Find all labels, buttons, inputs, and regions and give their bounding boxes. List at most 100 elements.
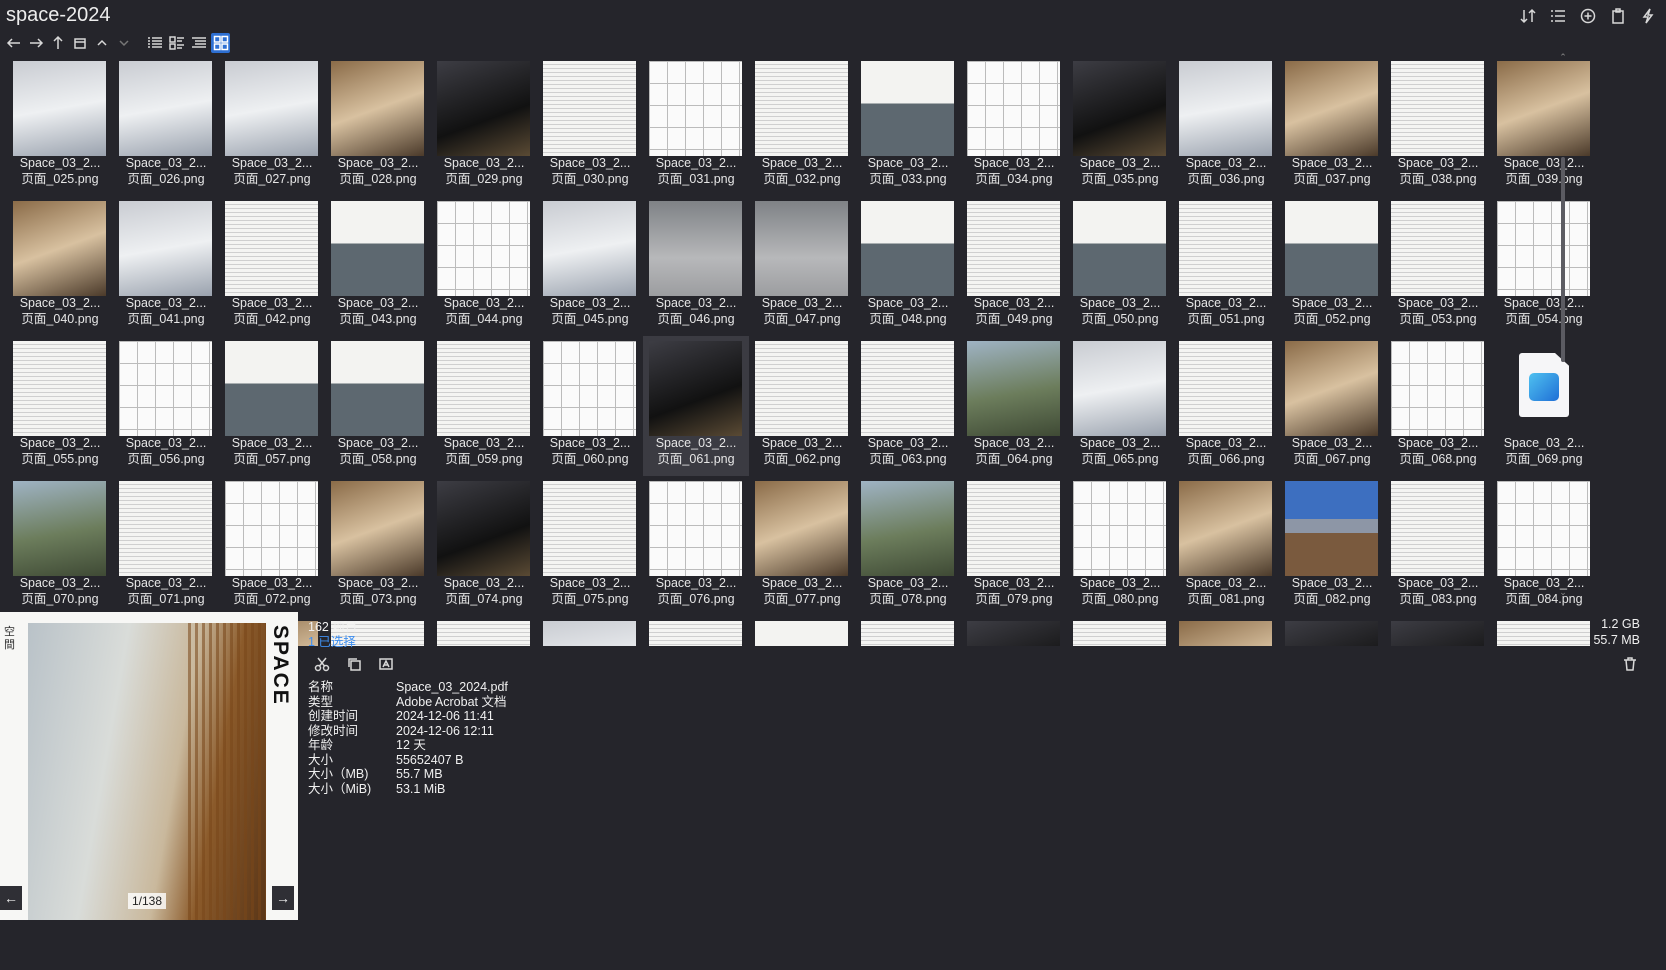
page-indicator: 1/138 [128, 893, 166, 909]
up-arrow-icon[interactable] [48, 33, 67, 53]
property-value: 12 天 [396, 738, 426, 752]
file-item[interactable]: Space_03_2... 页面_054.png [1491, 196, 1597, 336]
file-item[interactable]: Space_03_2... 页面_077.png [749, 476, 855, 616]
file-name-line1: Space_03_2... [231, 436, 313, 450]
file-thumbnail [649, 61, 742, 156]
file-item[interactable]: Space_03_2... 页面_028.png [325, 56, 431, 196]
file-item[interactable]: Space_03_2... 页面_046.png [643, 196, 749, 336]
list-view-icon[interactable] [1548, 6, 1568, 26]
vertical-scrollbar[interactable]: ⌃ ⌄ [1558, 52, 1568, 612]
list-indent-icon[interactable] [189, 33, 208, 53]
file-item[interactable]: Space_03_2... 页面_063.png [855, 336, 961, 476]
window-icon[interactable] [70, 33, 89, 53]
file-item[interactable]: Space_03_2... 页面_058.png [325, 336, 431, 476]
file-item[interactable]: Space_03_2... 页面_080.png [1067, 476, 1173, 616]
file-item[interactable]: Space_03_2... 页面_034.png [961, 56, 1067, 196]
file-item[interactable]: Space_03_2... 页面_043.png [325, 196, 431, 336]
file-item[interactable]: Space_03_2... 页面_079.png [961, 476, 1067, 616]
trash-icon[interactable] [1620, 654, 1640, 674]
file-item[interactable]: Space_03_2... 页面_065.png [1067, 336, 1173, 476]
details-view-icon[interactable] [145, 33, 164, 53]
rename-icon[interactable] [376, 654, 396, 674]
file-item[interactable]: Space_03_2... 页面_032.png [749, 56, 855, 196]
file-item[interactable]: Space_03_2... 页面_030.png [537, 56, 643, 196]
file-item[interactable]: Space_03_2... 页面_041.png [113, 196, 219, 336]
file-name-line1: Space_03_2... [867, 436, 949, 450]
file-item[interactable]: Space_03_2... 页面_044.png [431, 196, 537, 336]
file-name-line2: 页面_046.png [657, 312, 735, 326]
file-item[interactable]: Space_03_2... 页面_055.png [7, 336, 113, 476]
next-page-button[interactable]: → [272, 886, 294, 910]
file-item[interactable]: Space_03_2... 页面_049.png [961, 196, 1067, 336]
file-item[interactable]: Space_03_2... 页面_070.png [7, 476, 113, 616]
grid-view-icon[interactable] [211, 33, 230, 53]
file-item[interactable]: Space_03_2... 页面_037.png [1279, 56, 1385, 196]
file-label: Space_03_2... 页面_072.png [219, 575, 325, 607]
add-circle-icon[interactable] [1578, 6, 1598, 26]
file-thumbnail [1073, 341, 1166, 436]
clipboard-icon[interactable] [1608, 6, 1628, 26]
back-arrow-icon[interactable] [4, 33, 23, 53]
flash-icon[interactable] [1638, 6, 1658, 26]
file-name-line1: Space_03_2... [443, 296, 525, 310]
sort-icon[interactable] [1518, 6, 1538, 26]
file-item[interactable]: Space_03_2... 页面_047.png [749, 196, 855, 336]
file-item[interactable]: Space_03_2... 页面_073.png [325, 476, 431, 616]
file-item[interactable]: Space_03_2... 页面_026.png [113, 56, 219, 196]
file-item[interactable]: Space_03_2... 页面_051.png [1173, 196, 1279, 336]
copy-icon[interactable] [344, 654, 364, 674]
forward-arrow-icon[interactable] [26, 33, 45, 53]
file-item[interactable]: Space_03_2... 页面_060.png [537, 336, 643, 476]
file-item[interactable]: Space_03_2... 页面_081.png [1173, 476, 1279, 616]
file-item[interactable]: Space_03_2... 页面_059.png [431, 336, 537, 476]
file-item[interactable]: Space_03_2... 页面_042.png [219, 196, 325, 336]
chevron-down-icon[interactable] [114, 33, 133, 53]
file-name-line2: 页面_027.png [233, 172, 311, 186]
file-item[interactable]: Space_03_2... 页面_052.png [1279, 196, 1385, 336]
chevron-up-icon[interactable] [92, 33, 111, 53]
file-item[interactable]: Space_03_2... 页面_048.png [855, 196, 961, 336]
file-item[interactable]: Space_03_2... 页面_040.png [7, 196, 113, 336]
file-item[interactable]: Space_03_2... 页面_029.png [431, 56, 537, 196]
file-item[interactable]: Space_03_2... 页面_027.png [219, 56, 325, 196]
file-item[interactable]: Space_03_2... 页面_082.png [1279, 476, 1385, 616]
file-item[interactable]: Space_03_2... 页面_064.png [961, 336, 1067, 476]
file-label: Space_03_2... 页面_034.png [961, 155, 1067, 187]
scroll-down-icon[interactable]: ⌄ [1558, 587, 1568, 598]
file-item[interactable]: Space_03_2... 页面_025.png [7, 56, 113, 196]
previous-page-button[interactable]: ← [0, 886, 22, 910]
file-item[interactable]: Space_03_2... 页面_036.png [1173, 56, 1279, 196]
file-item[interactable]: Space_03_2... 页面_074.png [431, 476, 537, 616]
file-item[interactable]: Space_03_2... 页面_075.png [537, 476, 643, 616]
cut-icon[interactable] [312, 654, 332, 674]
file-item[interactable]: Space_03_2... 页面_045.png [537, 196, 643, 336]
file-item[interactable]: Space_03_2... 页面_084.png [1491, 476, 1597, 616]
file-item[interactable]: Space_03_2... 页面_078.png [855, 476, 961, 616]
file-item[interactable]: Space_03_2... 页面_050.png [1067, 196, 1173, 336]
file-thumbnail [543, 61, 636, 156]
file-item[interactable]: Space_03_2... 页面_038.png [1385, 56, 1491, 196]
file-item[interactable]: Space_03_2... 页面_056.png [113, 336, 219, 476]
file-name-line1: Space_03_2... [231, 576, 313, 590]
file-item[interactable]: Space_03_2... 页面_068.png [1385, 336, 1491, 476]
file-item[interactable]: Space_03_2... 页面_033.png [855, 56, 961, 196]
selected-count[interactable]: 1 已选择 [308, 631, 356, 650]
file-item[interactable]: Space_03_2... 页面_072.png [219, 476, 325, 616]
file-item[interactable]: Space_03_2... 页面_071.png [113, 476, 219, 616]
file-item[interactable]: Space_03_2... 页面_062.png [749, 336, 855, 476]
file-item[interactable]: Space_03_2... 页面_031.png [643, 56, 749, 196]
file-item[interactable]: Space_03_2... 页面_067.png [1279, 336, 1385, 476]
file-label: Space_03_2... 页面_052.png [1279, 295, 1385, 327]
file-item[interactable]: Space_03_2... 页面_066.png [1173, 336, 1279, 476]
file-item[interactable]: Space_03_2... 页面_083.png [1385, 476, 1491, 616]
scrollbar-thumb[interactable] [1561, 157, 1565, 362]
file-item[interactable]: Space_03_2... 页面_035.png [1067, 56, 1173, 196]
scroll-up-icon[interactable]: ⌃ [1558, 52, 1568, 63]
file-item[interactable]: Space_03_2... 页面_076.png [643, 476, 749, 616]
file-item[interactable]: Space_03_2... 页面_039.png [1491, 56, 1597, 196]
file-item[interactable]: Space_03_2... 页面_069.png [1491, 336, 1597, 476]
file-item[interactable]: Space_03_2... 页面_057.png [219, 336, 325, 476]
file-item[interactable]: Space_03_2... 页面_061.png [643, 336, 749, 476]
file-item[interactable]: Space_03_2... 页面_053.png [1385, 196, 1491, 336]
tiles-view-icon[interactable] [167, 33, 186, 53]
